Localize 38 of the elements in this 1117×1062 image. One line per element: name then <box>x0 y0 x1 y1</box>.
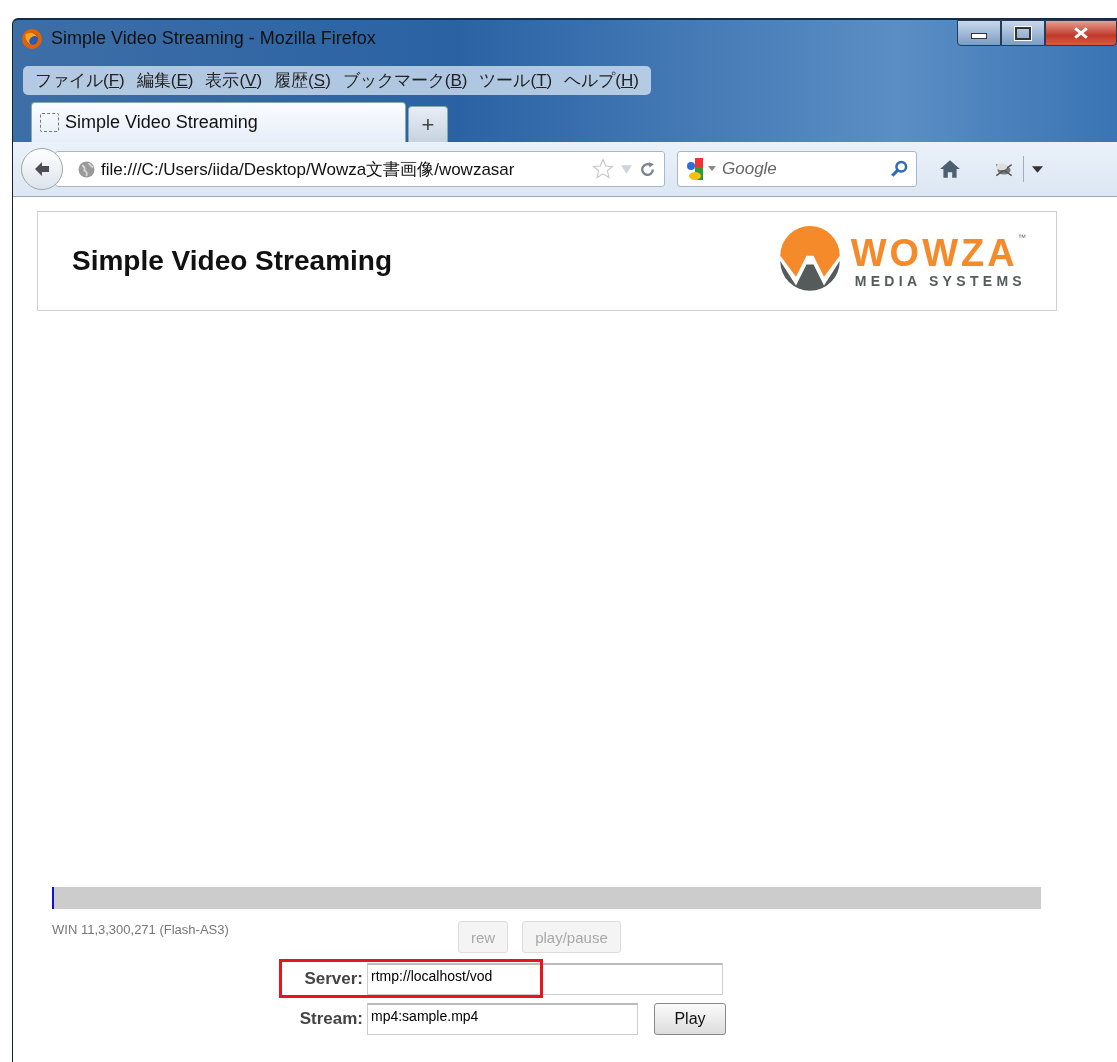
globe-icon <box>78 160 95 178</box>
back-button[interactable] <box>21 148 63 190</box>
search-icon[interactable] <box>890 160 908 178</box>
page-title: Simple Video Streaming <box>72 245 393 277</box>
progress-track[interactable] <box>52 887 1041 909</box>
logo-wordmark: WOWZA <box>850 233 1018 273</box>
field-label: Server: <box>303 969 363 989</box>
maximize-button[interactable] <box>1001 20 1045 46</box>
menu-item[interactable]: 編集(E) <box>130 68 200 92</box>
close-button[interactable] <box>1045 20 1117 46</box>
caret-icon[interactable] <box>708 166 716 172</box>
play-button[interactable]: Play <box>654 1003 726 1035</box>
browser-logo-icon <box>21 28 43 50</box>
reload-icon[interactable] <box>639 160 656 178</box>
address-field[interactable]: file:///C:/Users/iida/Desktop/Wowza文書画像/wowzasar <box>55 151 665 187</box>
menu-item[interactable]: 履歴(S) <box>268 68 337 92</box>
browser-tab[interactable]: Simple Video Streaming <box>31 102 406 142</box>
stream-field[interactable]: mp4:sample.mp4 <box>367 1003 638 1035</box>
version-text: WIN 11,3,300,271 (Flash-AS3) <box>52 922 230 937</box>
window-title: Simple Video Streaming - Mozilla Firefox <box>51 28 376 49</box>
menu-item[interactable]: ツール(T) <box>473 68 559 92</box>
logo-tagline: MEDIA SYSTEMS <box>854 273 1026 289</box>
menu-item[interactable]: ヘルプ(H) <box>558 68 645 92</box>
trademark-sign: ™ <box>1017 233 1026 242</box>
menu-item[interactable]: ブックマーク(B) <box>336 68 474 92</box>
minimize-button[interactable] <box>957 20 1001 46</box>
menu-item[interactable]: 表示(V) <box>199 68 269 92</box>
field-label: Stream: <box>298 1009 363 1029</box>
server-field[interactable]: rtmp://localhost/vod <box>367 963 723 995</box>
search-engine-icon[interactable] <box>686 157 704 181</box>
search-bar[interactable]: Google <box>677 151 917 187</box>
new-tab-button[interactable]: + <box>408 106 448 142</box>
dropdown-arrow-icon[interactable] <box>1032 165 1043 173</box>
close-icon <box>1074 27 1088 39</box>
page-icon <box>40 113 59 132</box>
home-icon[interactable] <box>939 159 961 179</box>
menu-item[interactable]: ファイル(F) <box>29 68 131 92</box>
star-icon[interactable] <box>592 158 614 180</box>
